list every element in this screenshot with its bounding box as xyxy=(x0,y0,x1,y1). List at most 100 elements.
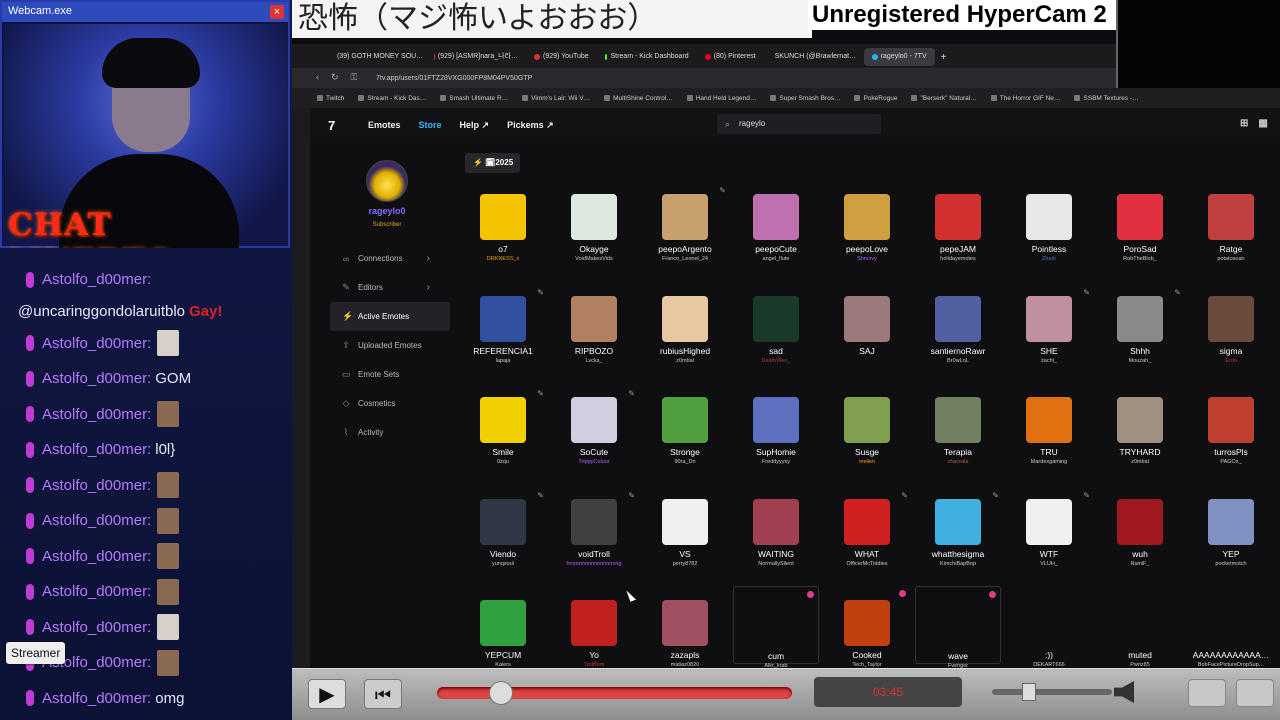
chat-username[interactable]: Astolfo_d00mer: xyxy=(42,477,151,494)
edit-pencil-icon[interactable]: ✎ xyxy=(1083,491,1090,500)
browser-tab[interactable]: SKUNCH (@Brawlernat… xyxy=(764,48,864,66)
emote-card[interactable]: turrosPls PAGOx_ xyxy=(1188,383,1274,479)
chat-username[interactable]: Astolfo_d00mer: xyxy=(42,441,151,458)
emote-card[interactable]: YEPCUM Kaiers xyxy=(460,586,546,668)
grid-large-icon[interactable]: ▦ xyxy=(1258,118,1267,129)
emote-card[interactable]: WHAT OfficerMcTiddies ✎ xyxy=(824,485,910,581)
play-button[interactable]: ▶ xyxy=(308,679,346,709)
emote-card[interactable]: whatthesigma KimchiBapBop ✎ xyxy=(915,485,1001,581)
emote-card[interactable]: Smile 0zqu ✎ xyxy=(460,383,546,479)
chat-username[interactable]: Astolfo_d00mer: xyxy=(42,271,151,288)
emote-card[interactable]: WTF VLUH_ ✎ xyxy=(1006,485,1092,581)
browser-tab[interactable]: (929) [ASMR]nara_나라… xyxy=(426,48,526,66)
browser-tab[interactable]: (80) Pinterest xyxy=(697,48,764,66)
emote-card[interactable]: Viendo yunqsoul ✎ xyxy=(460,485,546,581)
emote-card[interactable]: Yo TrollTom xyxy=(551,586,637,668)
emote-card[interactable]: AAAAAAAAAAAA… BobFacePictureDropSup… xyxy=(1188,586,1274,668)
edit-pencil-icon[interactable]: ✎ xyxy=(1083,288,1090,297)
edit-pencil-icon[interactable]: ✎ xyxy=(537,491,544,500)
menu-item-emote-sets[interactable]: ▭ Emote Sets xyxy=(330,360,450,389)
emote-card[interactable]: YEP pocketmotch xyxy=(1188,485,1274,581)
edit-pencil-icon[interactable]: ✎ xyxy=(628,389,635,398)
menu-item-activity[interactable]: ⌇ Activity xyxy=(330,418,450,447)
volume-knob[interactable] xyxy=(1022,683,1036,701)
emote-card[interactable]: REFERENCIA1 lapaja ✎ xyxy=(460,282,546,378)
edit-pencil-icon[interactable]: ✎ xyxy=(719,186,726,195)
address-bar[interactable]: ‹ ↻ ⚿ 7tv.app/users/01FTZ28VXG000FP8M04P… xyxy=(292,68,1116,88)
emote-card[interactable]: rubiusHighed z0mbal xyxy=(642,282,728,378)
browser-tab[interactable]: (929) YouTube xyxy=(526,48,597,66)
chat-username[interactable]: Astolfo_d00mer: xyxy=(42,512,151,529)
emote-card[interactable]: RIPBOZO Lvcks_ xyxy=(551,282,637,378)
speaker-icon[interactable] xyxy=(1114,681,1134,703)
emote-card[interactable]: Susge mellen xyxy=(824,383,910,479)
previous-button[interactable]: ⏮ xyxy=(364,679,402,709)
seek-knob[interactable] xyxy=(489,681,513,705)
nav-pickems[interactable]: Pickems ↗ xyxy=(507,120,554,131)
emote-card[interactable]: peepoArgento Franco_Leonel_24 ✎ xyxy=(642,180,728,276)
emote-card[interactable]: wuh RainiF_ xyxy=(1097,485,1183,581)
nav-emotes[interactable]: Emotes xyxy=(368,120,401,130)
chat-username[interactable]: Astolfo_d00mer: xyxy=(42,406,151,423)
avatar[interactable] xyxy=(366,160,408,202)
edit-pencil-icon[interactable]: ✎ xyxy=(628,491,635,500)
emote-card[interactable]: PoroSad RobTheBlob_ xyxy=(1097,180,1183,276)
bookmark-item[interactable]: SSBM Textures -… xyxy=(1067,95,1145,102)
emote-card[interactable]: SAJ xyxy=(824,282,910,378)
search-input[interactable]: ⌕ rageylo xyxy=(717,114,881,134)
nav-help[interactable]: Help ↗ xyxy=(460,120,490,131)
bookmark-item[interactable]: Vimm's Lair: Wii V… xyxy=(515,95,597,102)
volume-slider[interactable] xyxy=(992,683,1112,701)
emote-card[interactable]: zazapls matiaz0820 xyxy=(642,586,728,668)
emote-card[interactable]: TRYHARD z0mbal xyxy=(1097,383,1183,479)
emote-card[interactable]: wave Fvenger xyxy=(915,586,1001,668)
menu-item-cosmetics[interactable]: ◇ Cosmetics xyxy=(330,389,450,418)
menu-item-uploaded-emotes[interactable]: ⇪ Uploaded Emotes xyxy=(330,331,450,360)
bookmark-item[interactable]: Stream - Kick Das… xyxy=(351,95,433,102)
emote-card[interactable]: WAITING NormallySilent xyxy=(733,485,819,581)
nav-store[interactable]: Store xyxy=(419,120,442,130)
emote-card[interactable]: pepeJAM holidayemotes xyxy=(915,180,1001,276)
browser-tab[interactable]: rageylo0 - 7TV xyxy=(863,48,935,66)
chat-username[interactable]: Astolfo_d00mer: xyxy=(42,583,151,600)
emote-card[interactable]: Terapia chacrala xyxy=(915,383,1001,479)
bookmark-item[interactable]: "Berserk" Natural… xyxy=(904,95,983,102)
chat-username[interactable]: Astolfo_d00mer: xyxy=(42,619,151,636)
emote-card[interactable]: Cooked Tech_Taylor xyxy=(824,586,910,668)
emote-card[interactable]: muted Pwnz85 xyxy=(1097,586,1183,668)
emote-card[interactable]: cum Alkr_krab xyxy=(733,586,819,668)
emote-card[interactable]: santiernoRawr Br0wLoL xyxy=(915,282,1001,378)
emote-card[interactable]: peepoCute angel_flute xyxy=(733,180,819,276)
bookmark-item[interactable]: The Horror GIF Ne… xyxy=(984,95,1068,102)
back-icon[interactable]: ‹ xyxy=(316,72,319,83)
emote-card[interactable]: Okayge VoidMakesVids xyxy=(551,180,637,276)
edit-pencil-icon[interactable]: ✎ xyxy=(537,288,544,297)
fullscreen-button[interactable] xyxy=(1188,679,1226,707)
menu-item-connections[interactable]: ∞ Connections › xyxy=(330,244,450,273)
emote-card[interactable]: TRU Mardexgaming xyxy=(1006,383,1092,479)
emote-card[interactable]: sigma Eron xyxy=(1188,282,1274,378)
seek-bar[interactable] xyxy=(437,681,792,705)
menu-item-editors[interactable]: ✎ Editors › xyxy=(330,273,450,302)
emote-card[interactable]: voidTroll hnnnnnnnnnnnnnnnng ✎ xyxy=(551,485,637,581)
emote-card[interactable]: SoCute TrippyColour ✎ xyxy=(551,383,637,479)
7tv-logo[interactable]: 7 xyxy=(328,118,350,133)
browser-tab[interactable]: Stream - Kick Dashboard xyxy=(597,48,697,66)
new-tab-button[interactable]: + xyxy=(941,52,947,63)
emote-card[interactable]: SupHomie Freddyyyxy xyxy=(733,383,819,479)
browser-tab[interactable]: (39) GOTH MONEY SOU… xyxy=(326,48,426,66)
emote-card[interactable]: o7 DRKNESS_x xyxy=(460,180,546,276)
emote-card[interactable]: :)) DEKART666 xyxy=(1006,586,1092,668)
chat-username[interactable]: Astolfo_d00mer: xyxy=(42,370,151,387)
bookmark-item[interactable]: Twitch xyxy=(310,95,351,102)
chat-username[interactable]: Astolfo_d00mer: xyxy=(42,335,151,352)
emote-card[interactable]: VS perry8782 xyxy=(642,485,728,581)
edit-pencil-icon[interactable]: ✎ xyxy=(992,491,999,500)
year-filter-button[interactable]: ⚡ 🗓2025 xyxy=(465,153,520,173)
reload-icon[interactable]: ↻ xyxy=(331,72,339,83)
edit-pencil-icon[interactable]: ✎ xyxy=(537,389,544,398)
emote-card[interactable]: Ratge potatosean xyxy=(1188,180,1274,276)
bookmark-item[interactable]: Hand Held Legend… xyxy=(680,95,764,102)
edit-pencil-icon[interactable]: ✎ xyxy=(1174,288,1181,297)
options-button[interactable] xyxy=(1236,679,1274,707)
